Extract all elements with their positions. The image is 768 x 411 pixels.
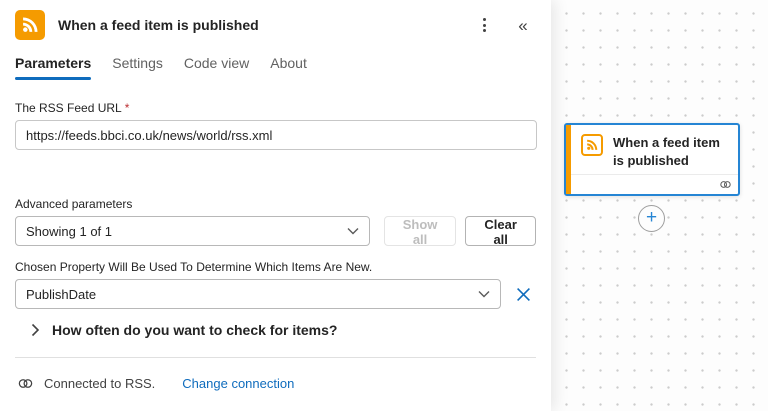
flow-editor: When a feed item is published « Paramete… xyxy=(0,0,768,411)
advanced-parameters-label: Advanced parameters xyxy=(15,197,536,211)
connection-status: Connected to RSS. xyxy=(44,376,155,391)
tab-about[interactable]: About xyxy=(270,55,307,80)
chosen-property-label: Chosen Property Will Be Used To Determin… xyxy=(15,260,536,274)
trigger-card-footer xyxy=(571,174,738,194)
trigger-config-panel: When a feed item is published « Paramete… xyxy=(0,0,551,411)
tab-code-view[interactable]: Code view xyxy=(184,55,249,80)
chosen-property-dropdown[interactable]: PublishDate xyxy=(15,279,501,309)
card-accent-bar xyxy=(566,125,571,194)
panel-title: When a feed item is published xyxy=(58,17,458,33)
trigger-card[interactable]: When a feed item is published xyxy=(564,123,740,196)
rss-url-label: The RSS Feed URL* xyxy=(15,101,536,115)
required-asterisk: * xyxy=(125,101,130,115)
recurrence-expander-label: How often do you want to check for items… xyxy=(52,322,337,338)
show-all-button[interactable]: Show all xyxy=(384,216,457,246)
tab-parameters[interactable]: Parameters xyxy=(15,55,91,80)
add-icon: + xyxy=(646,208,657,227)
trigger-card-title: When a feed item is published xyxy=(613,134,732,169)
panel-header: When a feed item is published « xyxy=(15,10,536,40)
link-icon xyxy=(719,178,732,191)
chevron-down-icon xyxy=(478,290,490,298)
link-icon xyxy=(17,375,34,392)
dismiss-icon[interactable] xyxy=(510,281,536,307)
chevron-right-icon xyxy=(31,323,40,337)
connection-footer: Connected to RSS. Change connection xyxy=(17,371,536,395)
recurrence-expander[interactable]: How often do you want to check for items… xyxy=(31,322,536,338)
trigger-card-body: When a feed item is published xyxy=(566,125,738,174)
rss-url-input[interactable] xyxy=(15,120,537,150)
chosen-property-value: PublishDate xyxy=(26,287,96,302)
rss-icon xyxy=(15,10,45,40)
change-connection-link[interactable]: Change connection xyxy=(182,376,294,391)
advanced-dropdown-value: Showing 1 of 1 xyxy=(26,224,112,239)
flow-canvas[interactable]: When a feed item is published + xyxy=(551,0,768,411)
footer-divider xyxy=(15,357,536,358)
more-vertical-icon[interactable] xyxy=(471,12,497,38)
advanced-parameters-dropdown[interactable]: Showing 1 of 1 xyxy=(15,216,370,246)
panel-tabs: Parameters Settings Code view About xyxy=(15,55,536,80)
clear-all-button[interactable]: Clear all xyxy=(465,216,536,246)
add-action-button[interactable]: + xyxy=(638,205,665,232)
advanced-parameters-row: Showing 1 of 1 Show all Clear all xyxy=(15,216,536,246)
collapse-panel-icon[interactable]: « xyxy=(510,12,536,38)
chosen-property-row: PublishDate xyxy=(15,279,536,309)
rss-icon xyxy=(581,134,603,156)
chevron-down-icon xyxy=(347,227,359,235)
tab-settings[interactable]: Settings xyxy=(112,55,163,80)
